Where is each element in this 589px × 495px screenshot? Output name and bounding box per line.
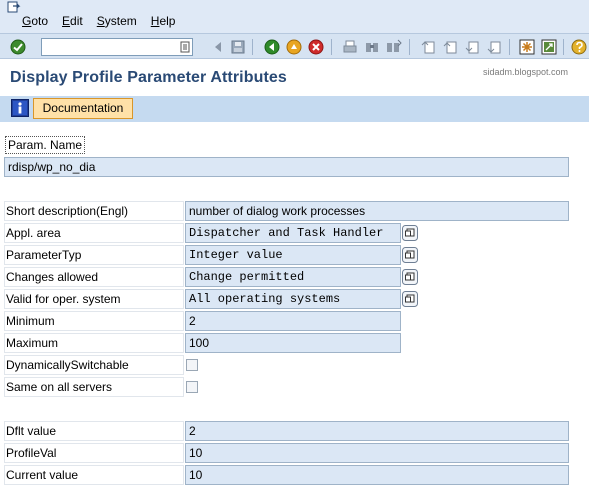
changes-allowed-field[interactable]: Change permitted <box>185 267 401 287</box>
same-on-all-servers-label: Same on all servers <box>6 380 113 394</box>
save-icon[interactable] <box>230 39 246 55</box>
value-help-icon[interactable] <box>402 225 418 241</box>
title-bar: Display Profile Parameter Attributes sid… <box>0 60 589 96</box>
toolbar-separator <box>252 39 253 55</box>
value-help-icon[interactable] <box>402 269 418 285</box>
create-session-icon[interactable] <box>519 39 535 55</box>
find-icon[interactable] <box>364 39 380 55</box>
dynamically-switchable-label: DynamicallySwitchable <box>6 358 129 372</box>
watermark: sidadm.blogspot.com <box>483 67 569 77</box>
parameter-type-field[interactable]: Integer value <box>185 245 401 265</box>
cancel-icon[interactable] <box>308 39 324 55</box>
toolbar-separator <box>409 39 410 55</box>
param-name-label: Param. Name <box>5 136 86 154</box>
info-icon[interactable] <box>11 99 29 117</box>
value-help-icon[interactable] <box>402 291 418 307</box>
toolbar-separator <box>509 39 510 55</box>
command-field[interactable] <box>41 38 193 56</box>
current-value-label: Current value <box>6 468 79 482</box>
toolbar-separator <box>563 39 564 55</box>
current-value-field[interactable]: 10 <box>185 465 569 485</box>
default-value-label: Dflt value <box>6 424 57 438</box>
appl-area-field[interactable]: Dispatcher and Task Handler <box>185 223 401 243</box>
profile-value-label: ProfileVal <box>6 446 57 460</box>
print-icon[interactable] <box>342 39 358 55</box>
menu-system[interactable]: System <box>97 14 137 28</box>
same-on-all-servers-checkbox[interactable] <box>186 381 198 393</box>
maximum-field[interactable]: 100 <box>185 333 401 353</box>
documentation-button[interactable]: Documentation <box>33 98 133 119</box>
profile-value-field[interactable]: 10 <box>185 443 569 463</box>
param-name-field[interactable]: rdisp/wp_no_dia <box>4 157 569 177</box>
exit-icon[interactable] <box>286 39 302 55</box>
toolbar-separator <box>331 39 332 55</box>
back-triangle-icon[interactable] <box>210 39 226 55</box>
menu-bar: Goto Edit System Help <box>0 0 589 33</box>
find-next-icon[interactable] <box>386 39 402 55</box>
menu-goto[interactable]: Goto <box>22 14 48 28</box>
valid-os-field[interactable]: All operating systems <box>185 289 401 309</box>
window-menu-icon[interactable] <box>7 1 21 13</box>
short-description-label: Short description(Engl) <box>6 204 129 218</box>
next-page-icon[interactable] <box>464 39 480 55</box>
shortcut-icon[interactable] <box>541 39 557 55</box>
enter-icon[interactable] <box>10 39 26 55</box>
command-history-icon[interactable] <box>180 41 190 53</box>
maximum-label: Maximum <box>6 336 59 350</box>
first-page-icon[interactable] <box>420 39 436 55</box>
parameter-type-label: ParameterTyp <box>6 248 82 262</box>
parameter-form: Param. Name rdisp/wp_no_dia Short descri… <box>0 122 589 495</box>
page-title: Display Profile Parameter Attributes <box>10 69 287 86</box>
application-toolbar: Documentation <box>0 96 589 122</box>
help-icon[interactable] <box>571 39 587 55</box>
valid-os-label: Valid for oper. system <box>6 292 121 306</box>
dynamically-switchable-checkbox[interactable] <box>186 359 198 371</box>
appl-area-label: Appl. area <box>6 226 61 240</box>
menu-help[interactable]: Help <box>151 14 176 28</box>
short-description-field[interactable]: number of dialog work processes <box>185 201 569 221</box>
changes-allowed-label: Changes allowed <box>6 270 99 284</box>
default-value-field[interactable]: 2 <box>185 421 569 441</box>
menu-edit[interactable]: Edit <box>62 14 83 28</box>
previous-page-icon[interactable] <box>442 39 458 55</box>
standard-toolbar <box>0 33 589 59</box>
minimum-label: Minimum <box>6 314 55 328</box>
last-page-icon[interactable] <box>486 39 502 55</box>
minimum-field[interactable]: 2 <box>185 311 401 331</box>
back-green-icon[interactable] <box>264 39 280 55</box>
value-help-icon[interactable] <box>402 247 418 263</box>
